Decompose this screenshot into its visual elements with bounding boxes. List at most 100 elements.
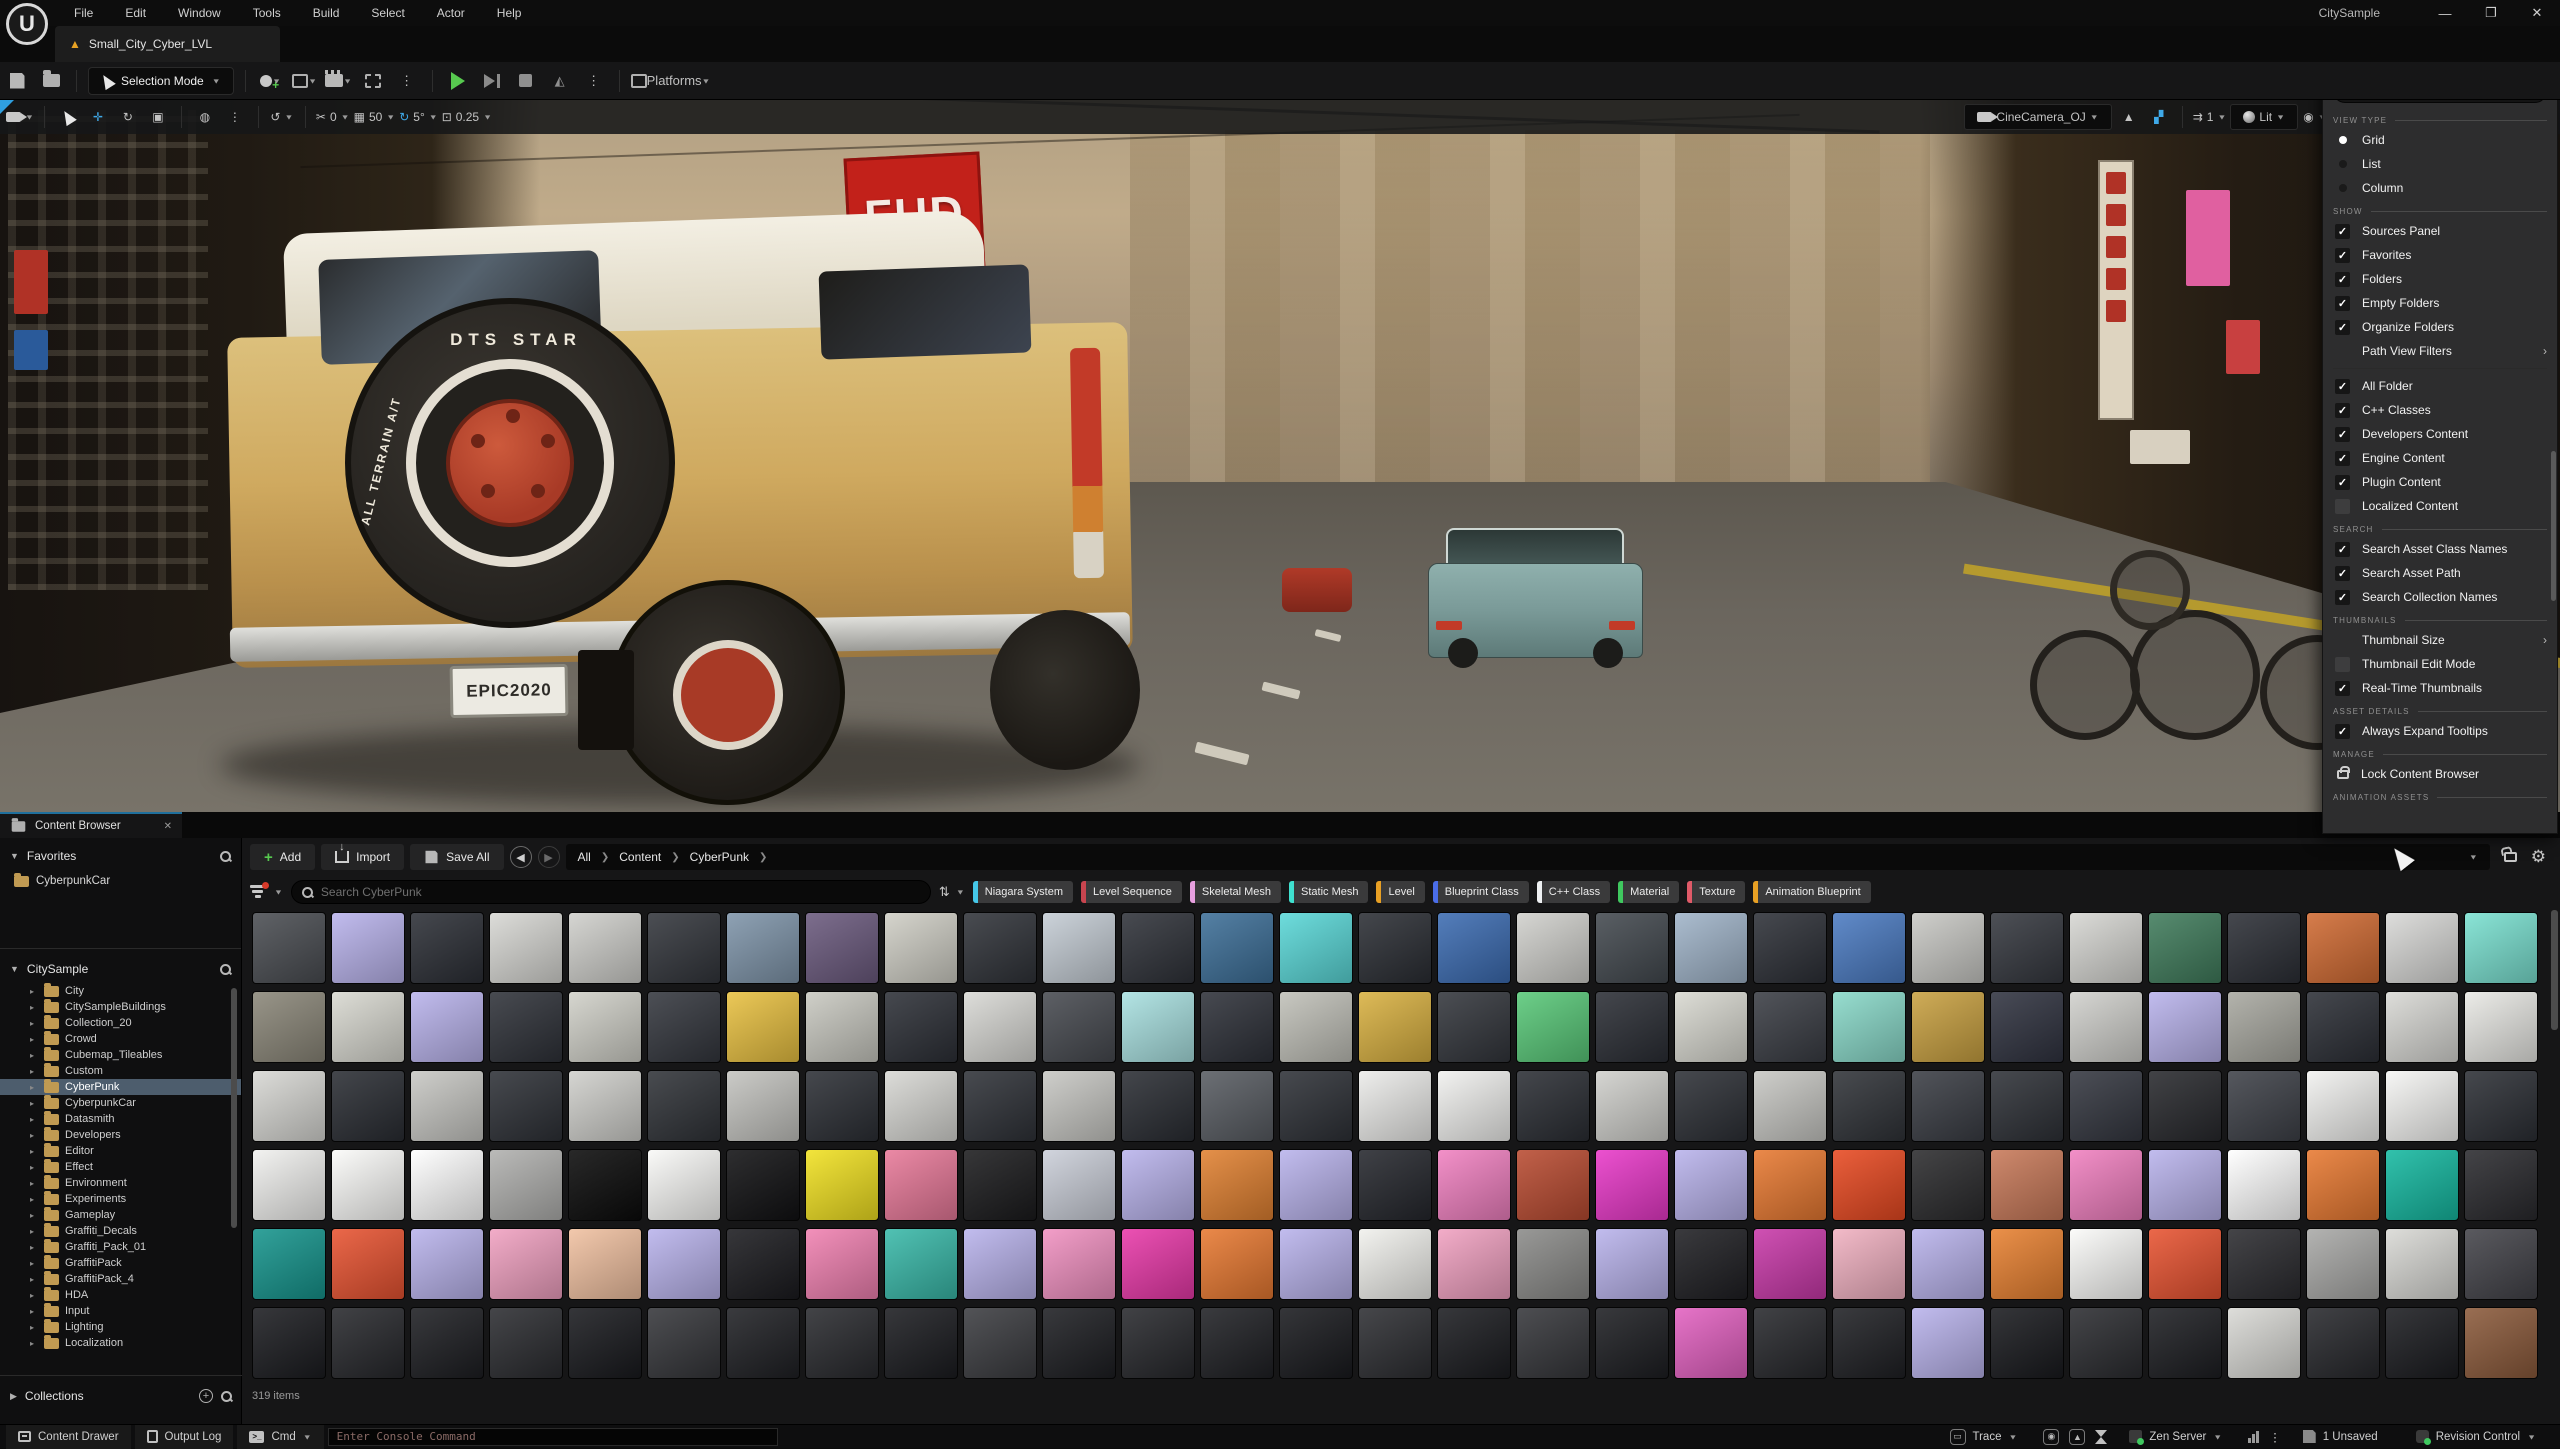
close-button[interactable]: ✕: [2514, 0, 2560, 26]
settings-item-organize-folders[interactable]: ✓ Organize Folders: [2323, 315, 2557, 339]
asset-thumbnail-r4c13[interactable]: [1200, 1149, 1274, 1221]
maximize-button[interactable]: ❐: [2468, 0, 2514, 26]
output-log-button[interactable]: Output Log: [134, 1424, 234, 1449]
settings-item-c-classes[interactable]: ✓ C++ Classes: [2323, 398, 2557, 422]
asset-thumbnail-r2c19[interactable]: [1674, 991, 1748, 1063]
asset-thumbnail-r5c26[interactable]: [2227, 1228, 2301, 1300]
asset-thumbnail-r3c19[interactable]: [1674, 1070, 1748, 1142]
browse-content-button[interactable]: [37, 67, 65, 95]
asset-thumbnail-r1c1[interactable]: [252, 912, 326, 984]
asset-thumbnail-r1c23[interactable]: [1990, 912, 2064, 984]
asset-thumbnail-r1c26[interactable]: [2227, 912, 2301, 984]
checkbox-checked[interactable]: ✓: [2335, 223, 2350, 239]
asset-thumbnail-r2c17[interactable]: [1516, 991, 1590, 1063]
asset-thumbnail-r5c2[interactable]: [331, 1228, 405, 1300]
asset-thumbnail-r5c27[interactable]: [2306, 1228, 2380, 1300]
asset-thumbnail-r6c23[interactable]: [1990, 1307, 2064, 1379]
asset-thumbnail-r2c9[interactable]: [884, 991, 958, 1063]
folder-item-crowd[interactable]: ▸ Crowd: [0, 1030, 241, 1047]
play-button[interactable]: [444, 67, 472, 95]
asset-thumbnail-r2c4[interactable]: [489, 991, 563, 1063]
menu-edit[interactable]: Edit: [111, 0, 160, 26]
asset-thumbnail-r1c22[interactable]: [1911, 912, 1985, 984]
checkbox-checked[interactable]: ✓: [2335, 247, 2350, 263]
breadcrumb-item-content[interactable]: Content: [619, 850, 661, 864]
settings-item-sources-panel[interactable]: ✓ Sources Panel: [2323, 219, 2557, 243]
asset-thumbnail-r4c16[interactable]: [1437, 1149, 1511, 1221]
asset-thumbnail-r1c28[interactable]: [2385, 912, 2459, 984]
asset-thumbnail-r6c22[interactable]: [1911, 1307, 1985, 1379]
asset-thumbnail-r6c12[interactable]: [1121, 1307, 1195, 1379]
stats-icon[interactable]: [2248, 1430, 2260, 1443]
asset-thumbnail-r5c7[interactable]: [726, 1228, 800, 1300]
asset-thumbnail-r3c27[interactable]: [2306, 1070, 2380, 1142]
asset-thumbnail-r2c29[interactable]: [2464, 991, 2538, 1063]
asset-thumbnail-r2c13[interactable]: [1200, 991, 1274, 1063]
asset-thumbnail-r6c18[interactable]: [1595, 1307, 1669, 1379]
checkbox-checked[interactable]: ✓: [2335, 541, 2350, 557]
asset-thumbnail-r1c17[interactable]: [1516, 912, 1590, 984]
asset-thumbnail-r1c29[interactable]: [2464, 912, 2538, 984]
checkbox-checked[interactable]: ✓: [2335, 295, 2350, 311]
settings-item-search-asset-path[interactable]: ✓ Search Asset Path: [2323, 561, 2557, 585]
settings-scrollbar[interactable]: [2551, 451, 2556, 601]
folder-item-graffiti-decals[interactable]: ▸ Graffiti_Decals: [0, 1222, 241, 1239]
folder-item-graffitipack[interactable]: ▸ GraffitiPack: [0, 1254, 241, 1271]
favorites-header[interactable]: ▼ Favorites: [0, 842, 241, 870]
select-tool-button[interactable]: [55, 104, 81, 130]
move-tool-button[interactable]: ✛: [85, 104, 111, 130]
folder-item-custom[interactable]: ▸ Custom: [0, 1062, 241, 1079]
asset-thumbnail-r6c14[interactable]: [1279, 1307, 1353, 1379]
asset-thumbnail-r1c24[interactable]: [2069, 912, 2143, 984]
asset-thumbnail-r6c20[interactable]: [1753, 1307, 1827, 1379]
asset-thumbnail-r2c3[interactable]: [410, 991, 484, 1063]
asset-thumbnail-r1c12[interactable]: [1121, 912, 1195, 984]
collections-header[interactable]: ▶ Collections +: [0, 1382, 242, 1410]
folder-item-collection-20[interactable]: ▸ Collection_20: [0, 1014, 241, 1031]
radio-unselected[interactable]: [2335, 184, 2350, 192]
asset-thumbnail-r4c1[interactable]: [252, 1149, 326, 1221]
asset-thumbnail-r3c28[interactable]: [2385, 1070, 2459, 1142]
content-browser-tab[interactable]: Content Browser ✕: [0, 812, 182, 838]
asset-thumbnail-r4c22[interactable]: [1911, 1149, 1985, 1221]
asset-thumbnail-r5c21[interactable]: [1832, 1228, 1906, 1300]
asset-thumbnail-r6c5[interactable]: [568, 1307, 642, 1379]
asset-thumbnail-r3c21[interactable]: [1832, 1070, 1906, 1142]
asset-thumbnail-r3c26[interactable]: [2227, 1070, 2301, 1142]
asset-thumbnail-r1c2[interactable]: [331, 912, 405, 984]
asset-thumbnail-r2c2[interactable]: [331, 991, 405, 1063]
asset-thumbnail-r4c10[interactable]: [963, 1149, 1037, 1221]
menu-help[interactable]: Help: [483, 0, 536, 26]
viewport-3d[interactable]: FUD CUP: [0, 100, 2560, 812]
asset-thumbnail-r4c19[interactable]: [1674, 1149, 1748, 1221]
asset-search-input[interactable]: [320, 885, 881, 899]
asset-thumbnail-r4c15[interactable]: [1358, 1149, 1432, 1221]
asset-thumbnail-r5c18[interactable]: [1595, 1228, 1669, 1300]
trace-dropdown[interactable]: ▭ Trace ▼: [1938, 1425, 2030, 1449]
eject-button[interactable]: ◭: [546, 67, 574, 95]
filter-chip-static-mesh[interactable]: Static Mesh: [1289, 881, 1369, 903]
filter-funnel-icon[interactable]: [250, 882, 269, 899]
asset-thumbnail-r2c18[interactable]: [1595, 991, 1669, 1063]
folder-item-gameplay[interactable]: ▸ Gameplay: [0, 1206, 241, 1223]
back-button[interactable]: ◀: [509, 846, 532, 868]
content-drawer-button[interactable]: Content Drawer: [6, 1424, 131, 1449]
console-command-input[interactable]: [327, 1427, 778, 1446]
folder-item-datasmith[interactable]: ▸ Datasmith: [0, 1110, 241, 1127]
asset-thumbnail-r5c4[interactable]: [489, 1228, 563, 1300]
folder-item-graffiti-pack-01[interactable]: ▸ Graffiti_Pack_01: [0, 1238, 241, 1255]
asset-thumbnail-r2c1[interactable]: [252, 991, 326, 1063]
settings-item-list[interactable]: List: [2323, 152, 2557, 176]
settings-item-folders[interactable]: ✓ Folders: [2323, 267, 2557, 291]
asset-thumbnail-r6c24[interactable]: [2069, 1307, 2143, 1379]
asset-thumbnail-r1c11[interactable]: [1042, 912, 1116, 984]
filter-chip-level[interactable]: Level: [1376, 881, 1425, 903]
asset-thumbnail-r5c23[interactable]: [1990, 1228, 2064, 1300]
asset-thumbnail-r5c1[interactable]: [252, 1228, 326, 1300]
level-tab[interactable]: ▲ Small_City_Cyber_LVL: [55, 26, 280, 62]
asset-thumbnail-r2c25[interactable]: [2148, 991, 2222, 1063]
asset-thumbnail-r6c9[interactable]: [884, 1307, 958, 1379]
asset-thumbnail-r3c10[interactable]: [963, 1070, 1037, 1142]
asset-thumbnail-r5c6[interactable]: [647, 1228, 721, 1300]
asset-thumbnail-r6c4[interactable]: [489, 1307, 563, 1379]
